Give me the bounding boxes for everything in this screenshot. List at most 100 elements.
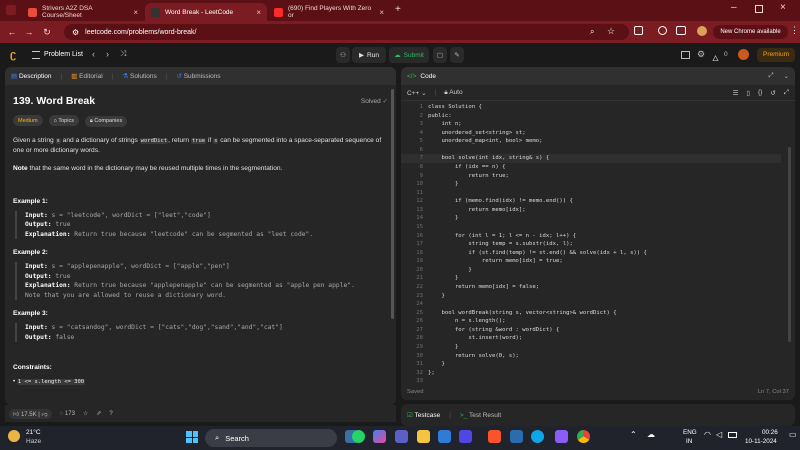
close-tab-icon[interactable]: × [379,8,384,17]
braces-icon[interactable]: {} [758,89,762,96]
streak-fire-icon[interactable]: 🜂 [712,49,719,66]
browser-tab-striver[interactable]: Strivers A2Z DSA Course/Sheet × [22,3,144,21]
clock-time[interactable]: 00:26 [762,429,778,436]
chrome-icon[interactable] [577,430,590,443]
tab-description[interactable]: ▤ Description [11,72,51,80]
code-line[interactable]: 14 } [401,214,781,223]
help-icon[interactable]: ? [109,411,112,417]
code-line[interactable]: 3 int n; [401,120,781,129]
code-line[interactable]: 30 return solve(0, s); [401,352,781,361]
close-tab-icon[interactable]: × [256,8,261,17]
profile-avatar[interactable] [697,26,707,36]
code-line[interactable]: 21 } [401,274,781,283]
user-avatar[interactable] [738,49,749,60]
prev-problem-icon[interactable]: ‹ [92,49,95,59]
file-explorer-icon[interactable] [417,430,430,443]
code-line[interactable]: 12 if (memo.find(idx) != memo.end()) { [401,197,781,206]
scrollbar[interactable] [391,89,394,319]
bookmark-icon[interactable]: ▯ [746,89,750,97]
premium-button[interactable]: Premium [757,48,795,62]
wifi-icon[interactable]: ◠ [704,430,711,439]
edge-icon[interactable] [531,430,544,443]
fullscreen-icon[interactable]: ⤢ [784,89,789,97]
code-line[interactable]: 10 } [401,180,781,189]
topics-tag[interactable]: ⌂ Topics [48,115,79,126]
code-line[interactable]: 16 for (int l = 1; l <= n - idx; l++) { [401,232,781,241]
layout-icon[interactable] [681,51,690,59]
debug-button[interactable]: ⚇ [336,47,350,63]
code-line[interactable]: 11 [401,189,781,198]
code-line[interactable]: 20 } [401,266,781,275]
teams-icon[interactable] [395,430,408,443]
code-line[interactable]: 4 unordered_set<string> st; [401,129,781,138]
code-line[interactable]: 25 bool wordBreak(string s, vector<strin… [401,309,781,318]
taskbar-search[interactable]: ⌕ Search [205,429,337,447]
code-line[interactable]: 31 } [401,360,781,369]
minimize-icon[interactable]: – [731,2,737,13]
like-button[interactable]: 👍︎ 17.5K | 👎︎ [9,408,52,419]
code-line[interactable]: 26 n = s.length(); [401,317,781,326]
tool-icon[interactable] [459,430,472,443]
code-line[interactable]: 1 class Solution { [401,103,781,112]
format-icon[interactable]: ☰ [733,89,739,97]
weather-icon[interactable] [8,430,20,442]
whatsapp-icon[interactable] [352,430,365,443]
code-line[interactable]: 23 } [401,292,781,301]
browser-tab-youtube[interactable]: (690) Find Players With Zero or × [268,3,390,21]
settings-gear-icon[interactable]: ⚙ [697,49,705,60]
problem-list-icon[interactable] [32,51,40,59]
code-line[interactable]: 33 [401,377,781,386]
leetcode-logo-icon[interactable]: ʗ [10,49,20,61]
code-line[interactable]: 27 for (string &word : wordDict) { [401,326,781,335]
editor-scrollbar[interactable] [788,147,791,342]
run-button[interactable]: ▶ Run [352,47,386,63]
show-hidden-icons[interactable]: ⌃ [630,430,637,439]
code-line[interactable]: 5 unordered_map<int, bool> memo; [401,137,781,146]
app-icon[interactable] [510,430,523,443]
code-line[interactable]: 7 bool solve(int idx, string& s) { [401,154,781,163]
site-info-icon[interactable]: ⚙ [72,28,79,37]
expand-icon[interactable]: ⤢ [768,72,773,80]
code-line[interactable]: 6 [401,146,781,155]
notifications-icon[interactable]: ▭ [789,430,797,439]
favorite-star-icon[interactable]: ☆ [83,410,88,417]
code-line[interactable]: 28 st.insert(word); [401,334,781,343]
minimize-panel-icon[interactable]: ⌄ [784,72,789,80]
close-window-icon[interactable]: × [780,2,786,13]
browser-tab-leetcode[interactable]: Word Break - LeetCode × [145,3,267,21]
maximize-icon[interactable] [755,5,763,13]
submit-button[interactable]: ☁ Submit [389,47,429,63]
difficulty-badge[interactable]: Medium [13,115,43,126]
code-line[interactable]: 24 [401,300,781,309]
tab-submissions[interactable]: ↺ Submissions [176,72,220,80]
tab-solutions[interactable]: ⚗ Solutions [122,72,156,80]
reload-icon[interactable]: ↻ [40,24,54,40]
share-icon[interactable]: ⇗ [96,410,101,417]
tab-editorial[interactable]: ▥ Editorial [71,72,102,80]
new-chrome-available-button[interactable]: New Chrome available [713,25,788,39]
volume-icon[interactable]: ◁ [716,430,722,439]
code-line[interactable]: 15 [401,223,781,232]
extension-icon[interactable] [658,26,667,35]
shuffle-icon[interactable]: ⤨ [120,49,126,59]
weather-temp[interactable]: 21°C [26,429,41,436]
code-line[interactable]: 17 string temp = s.substr(idx, l); [401,240,781,249]
notes-button[interactable]: ▢ [433,47,447,63]
onedrive-icon[interactable]: ☁ [647,430,655,439]
extensions-icon[interactable] [634,26,643,35]
next-problem-icon[interactable]: › [106,49,109,59]
tab-group-icon[interactable] [676,26,686,35]
back-icon[interactable]: ← [5,24,19,40]
url-text[interactable]: leetcode.com/problems/word-break/ [85,29,196,36]
code-line[interactable]: 18 if (st.find(temp) != st.end() && solv… [401,249,781,258]
battery-icon[interactable] [728,432,737,438]
close-tab-icon[interactable]: × [133,8,138,17]
lang-1[interactable]: ENG [683,429,697,436]
bookmark-star-icon[interactable]: ☆ [607,26,615,37]
code-line[interactable]: 32}; [401,369,781,378]
app2-icon[interactable] [555,430,568,443]
tab-testcase[interactable]: ☑ Testcase [407,411,440,419]
companies-tag[interactable]: 🔒︎ Companies [84,115,128,127]
code-line[interactable]: 13 return memo[idx]; [401,206,781,215]
tab-test-result[interactable]: >_ Test Result [460,412,501,419]
